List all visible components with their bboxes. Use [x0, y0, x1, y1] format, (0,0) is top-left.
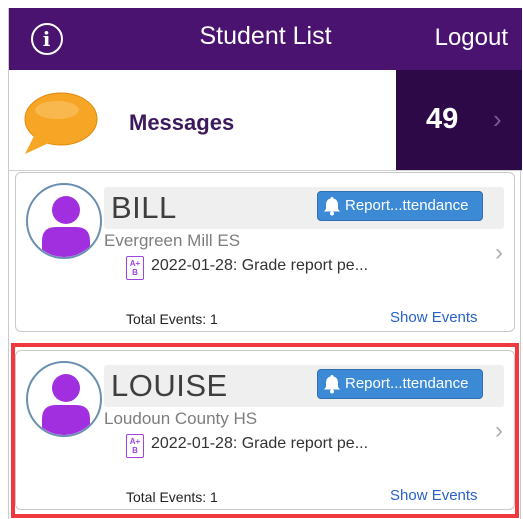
- total-events: Total Events: 1: [126, 311, 218, 327]
- student-name-box: BILL Report...ttendance: [104, 187, 504, 229]
- school-name: Loudoun County HS: [104, 409, 258, 428]
- person-icon: [42, 196, 90, 257]
- messages-count: 49: [426, 103, 459, 135]
- grade-report-icon: A+ B: [126, 434, 144, 458]
- grade-report-icon: A+ B: [126, 256, 144, 280]
- messages-label: Messages: [129, 110, 235, 135]
- latest-event-text: 2022-01-28: Grade report pe...: [151, 257, 369, 274]
- bell-icon: [324, 197, 340, 216]
- show-events-link[interactable]: Show Events: [390, 309, 478, 326]
- student-card[interactable]: LOUISE Report...ttendance Loudoun County…: [15, 350, 515, 510]
- report-attendance-button[interactable]: Report...ttendance: [317, 191, 483, 221]
- avatar: [26, 361, 102, 437]
- report-button-label: Report...ttendance: [345, 375, 469, 392]
- navigation-bar: i Student List Logout: [9, 8, 522, 70]
- show-events-link[interactable]: Show Events: [390, 487, 478, 504]
- grade-icon-text: A+ B: [129, 437, 141, 455]
- student-name: BILL: [111, 190, 177, 225]
- bell-icon: [324, 375, 340, 394]
- messages-row[interactable]: Messages 49 ›: [9, 70, 522, 171]
- person-icon: [42, 374, 90, 435]
- student-name: LOUISE: [111, 368, 228, 403]
- school-name: Evergreen Mill ES: [104, 231, 241, 250]
- chevron-right-icon[interactable]: ›: [495, 417, 503, 445]
- info-icon[interactable]: i: [31, 23, 63, 55]
- latest-event-text: 2022-01-28: Grade report pe...: [151, 435, 369, 452]
- speech-bubble-icon: [24, 92, 98, 154]
- report-attendance-button[interactable]: Report...ttendance: [317, 369, 483, 399]
- grade-icon-text: A+ B: [129, 259, 141, 277]
- app-frame: i Student List Logout Messages 49 › BILL: [8, 8, 522, 519]
- student-card[interactable]: BILL Report...ttendance Evergreen Mill E…: [15, 172, 515, 332]
- logout-button[interactable]: Logout: [435, 24, 508, 52]
- report-button-label: Report...ttendance: [345, 197, 469, 214]
- student-name-box: LOUISE Report...ttendance: [104, 365, 504, 407]
- chevron-right-icon: ›: [493, 104, 502, 134]
- total-events: Total Events: 1: [126, 489, 218, 505]
- chevron-right-icon[interactable]: ›: [495, 239, 503, 267]
- avatar: [26, 183, 102, 259]
- messages-count-box[interactable]: 49 ›: [396, 70, 522, 170]
- info-icon-glyph: i: [42, 27, 51, 51]
